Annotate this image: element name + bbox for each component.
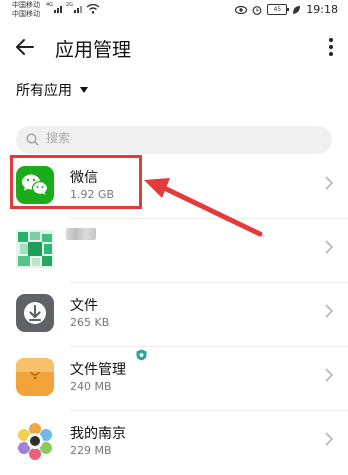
app-name: 我的南京 — [70, 426, 126, 442]
app-row-files[interactable]: 文件 265 KB — [0, 283, 348, 347]
carrier-1: 中国移动 — [12, 1, 40, 9]
alarm-icon — [252, 5, 262, 15]
dropdown-triangle-icon — [80, 87, 88, 93]
app-size: 240 MB — [70, 380, 112, 393]
chevron-right-icon — [325, 240, 334, 254]
eye-icon — [235, 5, 248, 14]
blurred-app-name — [66, 228, 96, 240]
file-manager-folder-icon — [16, 358, 54, 396]
network-type-2: 2G — [66, 2, 74, 8]
app-name: 文件 — [70, 298, 98, 314]
battery-icon: 45 — [267, 4, 290, 15]
chevron-right-icon — [325, 304, 334, 318]
search-bar[interactable] — [16, 126, 332, 154]
files-download-icon — [16, 294, 54, 332]
back-arrow-icon[interactable] — [14, 36, 36, 58]
blurred-app-icon — [16, 230, 54, 268]
signal-icon — [54, 6, 62, 13]
my-nanjing-icon — [16, 422, 54, 460]
search-icon — [26, 133, 39, 146]
app-size: 229 MB — [70, 444, 112, 457]
page-title: 应用管理 — [55, 39, 132, 61]
wifi-icon — [86, 4, 100, 14]
divider — [70, 282, 348, 283]
leaf-icon — [293, 5, 301, 14]
chevron-right-icon — [325, 432, 334, 446]
app-name: 文件管理 — [70, 362, 126, 378]
app-filter-label: 所有应用 — [16, 83, 72, 99]
network-type-1: 4G — [46, 2, 54, 8]
clock: 19:18 — [306, 3, 338, 16]
divider — [70, 410, 348, 411]
app-size: 265 KB — [70, 316, 110, 329]
app-row-file-manager[interactable]: 文件管理 240 MB — [0, 347, 348, 411]
app-row-my-nanjing[interactable]: 我的南京 229 MB — [0, 411, 348, 475]
highlight-box — [10, 155, 142, 209]
more-options-icon[interactable] — [328, 38, 334, 58]
chevron-right-icon — [325, 368, 334, 382]
status-bar: 中国移动 中国移动 4G 2G 45 19:18 — [0, 0, 348, 22]
title-bar: 应用管理 — [0, 26, 348, 70]
carrier-info: 中国移动 中国移动 — [12, 1, 40, 19]
divider — [70, 346, 348, 347]
signal-icon-2 — [74, 6, 82, 13]
annotation-arrow-icon — [144, 178, 263, 237]
chevron-right-icon — [325, 176, 334, 190]
carrier-2: 中国移动 — [12, 10, 40, 18]
search-input[interactable] — [46, 131, 316, 145]
verified-shield-icon — [136, 349, 147, 361]
app-filter-dropdown[interactable]: 所有应用 — [16, 80, 88, 100]
